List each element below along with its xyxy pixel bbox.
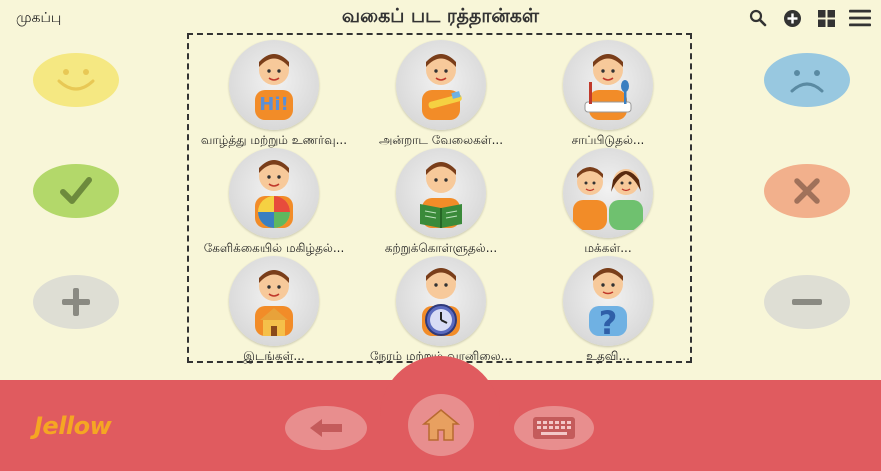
keyboard-button[interactable]	[514, 406, 594, 450]
yes-button[interactable]	[33, 164, 119, 218]
category-tile-fun[interactable]: கேளிக்கையில் மகிழ்தல்...	[190, 144, 358, 255]
book-icon	[396, 148, 486, 238]
category-grid: Hi! வாழ்த்து மற்றும் உணர்வு... அன்றாட வே…	[187, 33, 692, 363]
hi-icon: Hi!	[229, 40, 319, 130]
cross-icon	[794, 178, 820, 204]
dislike-button[interactable]	[764, 53, 850, 107]
more-button[interactable]	[33, 275, 119, 329]
category-label: உதவி...	[586, 349, 630, 363]
people-icon	[563, 148, 653, 238]
keyboard-icon	[533, 417, 575, 439]
menu-icon[interactable]	[849, 7, 871, 29]
no-button[interactable]	[764, 164, 850, 218]
back-arrow-icon	[310, 419, 342, 437]
like-button[interactable]	[33, 53, 119, 107]
category-tile-time-weather[interactable]: நேரம் மற்றும் வானிலை...	[357, 252, 525, 363]
category-tile-daily-activities[interactable]: அன்றாட வேலைகள்...	[357, 36, 525, 147]
top-bar: முகப்பு வகைப் பட ரத்தான்கள்	[0, 0, 881, 36]
question-icon: ?	[563, 256, 653, 346]
top-icons	[747, 7, 871, 29]
back-button[interactable]	[285, 406, 367, 450]
category-tile-greetings[interactable]: Hi! வாழ்த்து மற்றும் உணர்வு...	[190, 36, 358, 147]
smile-icon	[57, 69, 95, 91]
category-tile-eating[interactable]: சாப்பிடுதல்...	[524, 36, 692, 147]
check-icon	[60, 177, 92, 204]
category-tile-people[interactable]: மக்கள்...	[524, 144, 692, 255]
search-icon[interactable]	[747, 7, 769, 29]
jellow-logo: Jellow	[34, 412, 112, 440]
house-icon	[229, 256, 319, 346]
toothbrush-icon	[396, 40, 486, 130]
add-icon[interactable]	[781, 7, 803, 29]
food-icon	[563, 40, 653, 130]
plus-icon	[62, 288, 90, 316]
home-button[interactable]	[408, 394, 474, 456]
category-label: இடங்கள்...	[243, 349, 305, 363]
svg-text:?: ?	[599, 304, 618, 342]
sad-icon	[790, 70, 824, 93]
category-tile-help[interactable]: ? உதவி...	[524, 252, 692, 363]
category-tile-places[interactable]: இடங்கள்...	[190, 252, 358, 363]
less-button[interactable]	[764, 275, 850, 329]
category-tile-learning[interactable]: கற்றுக்கொள்ளுதல்...	[357, 144, 525, 255]
clock-icon	[396, 256, 486, 346]
grid-icon[interactable]	[815, 7, 837, 29]
svg-text:Hi!: Hi!	[259, 94, 288, 115]
home-icon	[422, 409, 460, 441]
minus-icon	[792, 299, 822, 305]
ball-icon	[229, 148, 319, 238]
